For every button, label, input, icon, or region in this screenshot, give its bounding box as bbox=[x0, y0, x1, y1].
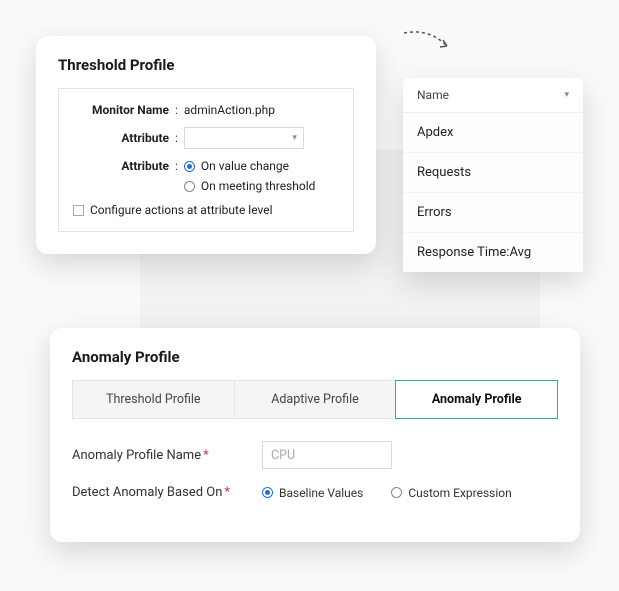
attribute2-label: Attribute bbox=[73, 159, 173, 173]
dropdown-item-response-time[interactable]: Response Time:Avg bbox=[403, 233, 583, 272]
radio-icon bbox=[262, 487, 273, 498]
dropdown-item-requests[interactable]: Requests bbox=[403, 153, 583, 193]
radio-label: On meeting threshold bbox=[201, 179, 315, 193]
required-star: * bbox=[224, 485, 230, 500]
configure-actions-label: Configure actions at attribute level bbox=[90, 203, 273, 217]
detect-anomaly-label: Detect Anomaly Based On* bbox=[72, 485, 262, 500]
dropdown-item-apdex[interactable]: Apdex bbox=[403, 113, 583, 153]
checkbox-icon bbox=[73, 205, 84, 216]
radio-custom-expression[interactable]: Custom Expression bbox=[391, 486, 511, 500]
colon: : bbox=[175, 159, 178, 173]
attribute-radio-group: On value change On meeting threshold bbox=[184, 159, 315, 193]
dropdown-header-label: Name bbox=[417, 88, 449, 102]
threshold-title: Threshold Profile bbox=[58, 56, 354, 74]
attribute-label: Attribute bbox=[73, 131, 173, 145]
arrow-decoration bbox=[399, 28, 459, 62]
radio-label: On value change bbox=[201, 159, 289, 173]
attribute-select-row: Attribute : ▾ bbox=[73, 127, 339, 149]
radio-label: Baseline Values bbox=[279, 486, 363, 500]
dropdown-header[interactable]: Name ▾ bbox=[403, 78, 583, 113]
tab-threshold-profile[interactable]: Threshold Profile bbox=[73, 381, 235, 418]
colon: : bbox=[175, 103, 178, 117]
monitor-name-label: Monitor Name bbox=[73, 103, 173, 117]
threshold-inner-box: Monitor Name : adminAction.php Attribute… bbox=[58, 88, 354, 232]
radio-icon bbox=[184, 161, 195, 172]
radio-icon bbox=[184, 181, 195, 192]
radio-baseline-values[interactable]: Baseline Values bbox=[262, 486, 363, 500]
name-dropdown-panel: Name ▾ Apdex Requests Errors Response Ti… bbox=[403, 78, 583, 272]
configure-actions-row[interactable]: Configure actions at attribute level bbox=[73, 203, 339, 217]
required-star: * bbox=[203, 448, 209, 463]
attribute-select[interactable]: ▾ bbox=[184, 127, 304, 149]
anomaly-tabs: Threshold Profile Adaptive Profile Anoma… bbox=[72, 380, 558, 419]
anomaly-name-row: Anomaly Profile Name* CPU bbox=[72, 441, 558, 469]
attribute-radio-row: Attribute : On value change On meeting t… bbox=[73, 159, 339, 193]
input-placeholder: CPU bbox=[271, 448, 295, 463]
chevron-down-icon: ▾ bbox=[292, 133, 297, 143]
radio-on-meeting-threshold[interactable]: On meeting threshold bbox=[184, 179, 315, 193]
label-text: Anomaly Profile Name bbox=[72, 448, 201, 463]
radio-icon bbox=[391, 487, 402, 498]
tab-adaptive-profile[interactable]: Adaptive Profile bbox=[235, 381, 397, 418]
monitor-name-value: adminAction.php bbox=[184, 103, 275, 117]
anomaly-name-label: Anomaly Profile Name* bbox=[72, 448, 262, 463]
tab-anomaly-profile[interactable]: Anomaly Profile bbox=[395, 380, 558, 419]
anomaly-profile-card: Anomaly Profile Threshold Profile Adapti… bbox=[50, 328, 580, 542]
monitor-name-row: Monitor Name : adminAction.php bbox=[73, 103, 339, 117]
radio-on-value-change[interactable]: On value change bbox=[184, 159, 315, 173]
chevron-down-icon: ▾ bbox=[564, 90, 569, 100]
radio-label: Custom Expression bbox=[408, 486, 511, 500]
label-text: Detect Anomaly Based On bbox=[72, 485, 222, 500]
anomaly-title: Anomaly Profile bbox=[72, 348, 558, 366]
colon: : bbox=[175, 131, 178, 145]
dropdown-item-errors[interactable]: Errors bbox=[403, 193, 583, 233]
detect-anomaly-row: Detect Anomaly Based On* Baseline Values… bbox=[72, 485, 558, 500]
threshold-profile-card: Threshold Profile Monitor Name : adminAc… bbox=[36, 36, 376, 254]
anomaly-name-input[interactable]: CPU bbox=[262, 441, 392, 469]
detect-anomaly-radio-group: Baseline Values Custom Expression bbox=[262, 486, 512, 500]
